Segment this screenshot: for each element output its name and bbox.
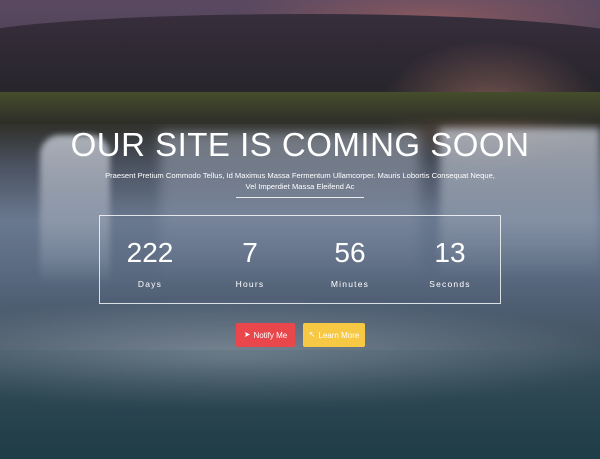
countdown-value: 7 — [242, 237, 258, 268]
paper-plane-icon: ➤ — [243, 330, 251, 339]
countdown-days: 222 Days — [100, 216, 200, 303]
pointer-icon: ↖ — [308, 330, 316, 339]
countdown-timer: 222 Days 7 Hours 56 Minutes 13 Seconds — [99, 215, 501, 304]
page-title: OUR SITE IS COMING SOON — [70, 126, 530, 163]
learn-more-label: Learn More — [318, 330, 360, 340]
countdown-label: Minutes — [330, 279, 370, 289]
page-subtitle: Praesent Pretium Commodo Tellus, Id Maxi… — [105, 171, 495, 191]
countdown-minutes: 56 Minutes — [300, 216, 400, 303]
countdown-label: Seconds — [429, 279, 471, 289]
countdown-label: Hours — [235, 279, 265, 289]
notify-me-label: Notify Me — [253, 330, 288, 340]
countdown-label: Days — [137, 279, 163, 289]
countdown-hours: 7 Hours — [200, 216, 300, 303]
learn-more-button[interactable]: ↖ Learn More — [303, 323, 365, 347]
countdown-seconds: 13 Seconds — [400, 216, 500, 303]
divider — [236, 197, 364, 198]
countdown-value: 13 — [434, 237, 466, 268]
countdown-value: 56 — [334, 237, 366, 268]
notify-me-button[interactable]: ➤ Notify Me — [236, 323, 295, 347]
countdown-value: 222 — [126, 237, 174, 268]
